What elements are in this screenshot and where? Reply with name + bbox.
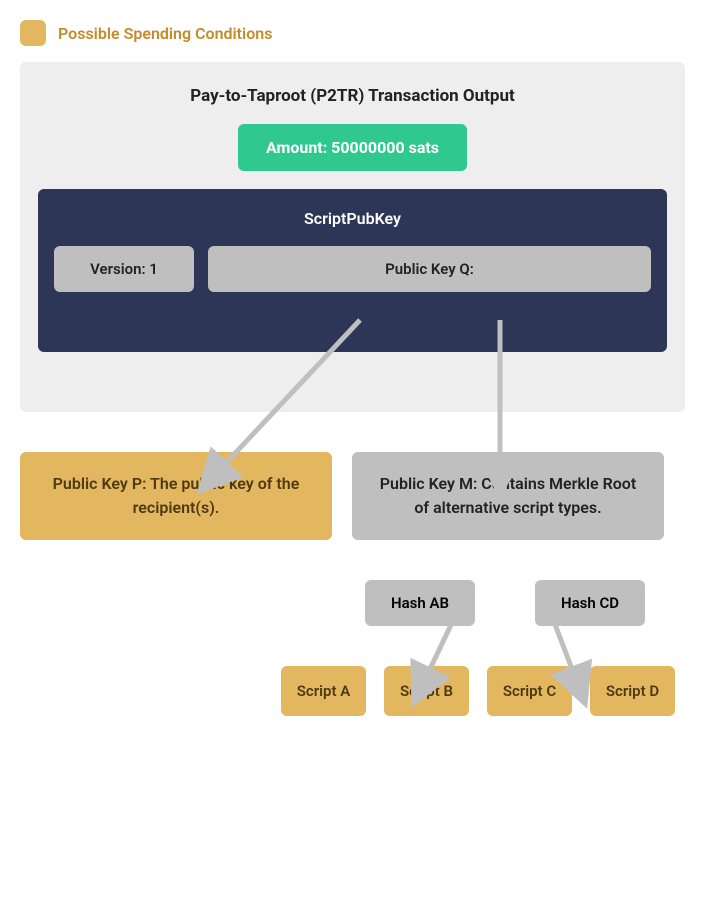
panel-title: Pay-to-Taproot (P2TR) Transaction Output [38,86,667,106]
legend-swatch [20,20,46,46]
legend-label: Possible Spending Conditions [58,24,272,43]
public-key-m-box: Public Key M: Contains Merkle Root of al… [352,452,664,540]
script-c-box: Script C [487,666,572,716]
scriptpubkey-title: ScriptPubKey [54,209,651,228]
script-d-box: Script D [590,666,675,716]
public-key-p-box: Public Key P: The public key of the reci… [20,452,332,540]
script-row: Script A Script B Script C Script D [20,666,685,716]
script-a-box: Script A [281,666,366,716]
legend: Possible Spending Conditions [20,20,685,46]
p2tr-panel: Pay-to-Taproot (P2TR) Transaction Output… [20,62,685,412]
public-key-q-field: Public Key Q: [208,246,651,292]
hash-row: Hash AB Hash CD [20,580,685,626]
amount-box: Amount: 50000000 sats [238,124,467,171]
scriptpubkey-box: ScriptPubKey Version: 1 Public Key Q: [38,189,667,352]
hash-ab-box: Hash AB [365,580,475,626]
diagram-container: Possible Spending Conditions Pay-to-Tapr… [20,20,685,716]
script-b-box: Script B [384,666,469,716]
version-field: Version: 1 [54,246,194,292]
hash-cd-box: Hash CD [535,580,645,626]
scriptpubkey-row: Version: 1 Public Key Q: [54,246,651,292]
row-public-keys: Public Key P: The public key of the reci… [20,452,685,540]
